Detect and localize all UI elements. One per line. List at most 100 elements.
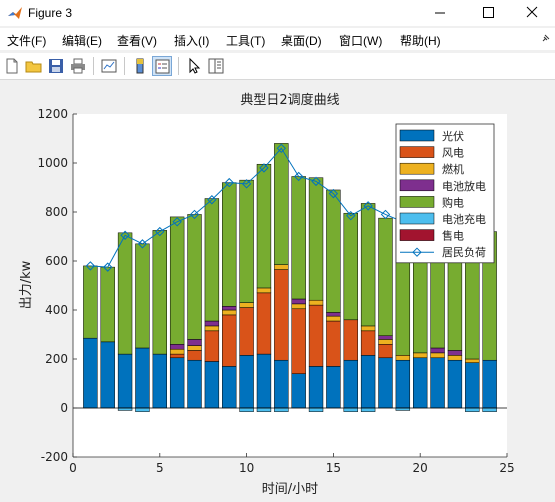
- bar-segment: [222, 366, 237, 409]
- legend-label: 居民负荷: [442, 245, 486, 259]
- bar-segment: [83, 265, 98, 339]
- bar-segment: [360, 330, 376, 356]
- save-icon: [49, 59, 63, 73]
- bar-segment: [308, 407, 324, 412]
- bar-segment: [169, 216, 185, 345]
- menu-insert[interactable]: 插入(I): [174, 32, 209, 49]
- x-tick-label: 5: [156, 461, 164, 475]
- bar-segment: [343, 319, 358, 361]
- bar-segment: [187, 214, 202, 340]
- legend-label: 电池充电: [442, 212, 486, 226]
- close-icon: [526, 6, 538, 18]
- bar-segment: [239, 302, 254, 308]
- open-folder-icon: [25, 61, 42, 73]
- y-tick-label: 200: [45, 352, 68, 366]
- bar-segment: [204, 198, 220, 322]
- bar-segment: [308, 299, 324, 306]
- menu-help[interactable]: 帮助(H): [400, 32, 441, 49]
- bar-segment: [360, 325, 376, 332]
- bar-segment: [308, 366, 324, 409]
- bar-segment: [395, 355, 411, 361]
- bar-segment: [222, 314, 237, 367]
- property-inspector-button[interactable]: [206, 56, 226, 76]
- bar-segment: [430, 357, 445, 409]
- bar-segment: [135, 407, 150, 412]
- bar-segment: [447, 359, 463, 409]
- bar-segment: [204, 361, 220, 409]
- bar-segment: [100, 266, 115, 343]
- bar-segment: [482, 407, 497, 412]
- open-button[interactable]: [24, 56, 44, 76]
- new-file-icon: [6, 58, 18, 74]
- matlab-icon: [8, 7, 22, 19]
- menu-desktop[interactable]: 桌面(D): [281, 32, 322, 49]
- bar-segment: [291, 176, 306, 300]
- y-axis-label: 出力/kw: [19, 260, 34, 309]
- legend-label: 电池放电: [442, 179, 486, 193]
- x-axis-label: 时间/小时: [262, 482, 318, 497]
- link-plot-button[interactable]: [99, 56, 119, 76]
- edit-plot-button[interactable]: [184, 56, 204, 76]
- menu-window[interactable]: 窗口(W): [339, 32, 382, 49]
- bar-segment: [343, 212, 358, 321]
- bar-segment: [291, 303, 306, 310]
- bar-segment: [308, 304, 324, 367]
- legend-swatch: [399, 229, 435, 241]
- title-bar: Figure 3: [0, 0, 555, 26]
- legend-button[interactable]: [152, 56, 172, 76]
- bar-segment: [187, 345, 202, 351]
- bar-segment: [291, 298, 306, 305]
- bar-segment: [117, 232, 133, 355]
- legend-label: 售电: [442, 229, 464, 243]
- new-figure-button[interactable]: [2, 56, 22, 76]
- bar-segment: [360, 407, 376, 412]
- legend-swatch: [399, 129, 435, 142]
- bar-segment: [413, 352, 428, 359]
- save-button[interactable]: [46, 56, 66, 76]
- bar-segment: [378, 335, 393, 340]
- bar-segment: [430, 347, 445, 354]
- legend-label: 购电: [442, 195, 464, 209]
- bar-segment: [239, 355, 254, 409]
- bar-segment: [274, 407, 289, 412]
- menu-view[interactable]: 查看(V): [117, 32, 157, 49]
- print-button[interactable]: [68, 56, 88, 76]
- colorbar-button[interactable]: [130, 56, 150, 76]
- bar-segment: [204, 320, 220, 327]
- bar-segment: [256, 353, 272, 409]
- minimize-button[interactable]: [417, 0, 463, 26]
- window-title: Figure 3: [28, 6, 73, 20]
- bar-segment: [465, 362, 480, 409]
- toolbar-separator: [93, 57, 94, 75]
- bar-segment: [482, 359, 497, 409]
- bar-segment: [169, 348, 185, 355]
- bar-segment: [465, 407, 480, 412]
- x-tick-label: 25: [499, 461, 514, 475]
- x-tick-label: 20: [413, 461, 428, 475]
- bar-segment: [135, 347, 150, 409]
- bar-segment: [326, 315, 341, 322]
- y-tick-label: 400: [45, 303, 68, 317]
- bar-segment: [343, 407, 358, 412]
- bar-segment: [187, 350, 202, 361]
- bar-segment: [222, 182, 237, 307]
- menu-tools[interactable]: 工具(T): [226, 32, 265, 49]
- bar-segment: [117, 353, 133, 409]
- pin-icon[interactable]: [542, 34, 550, 42]
- chart-title: 典型日2调度曲线: [240, 92, 339, 108]
- legend-swatch: [399, 196, 435, 208]
- close-button[interactable]: [509, 0, 555, 26]
- bar-segment: [152, 353, 167, 409]
- chart: 典型日2调度曲线 0 5 10 15 20 25-20002004006008001000…: [19, 92, 515, 497]
- bar-segment: [169, 357, 185, 409]
- toolbar: [0, 53, 555, 80]
- minimize-icon: [435, 12, 445, 14]
- bar-segment: [152, 230, 167, 355]
- menu-file[interactable]: 文件(F): [7, 32, 46, 49]
- toolbar-separator: [178, 57, 179, 75]
- menu-edit[interactable]: 编辑(E): [62, 32, 102, 49]
- maximize-button[interactable]: [465, 0, 511, 26]
- bar-segment: [274, 143, 289, 265]
- bar-segment: [135, 243, 150, 349]
- bar-segment: [204, 325, 220, 332]
